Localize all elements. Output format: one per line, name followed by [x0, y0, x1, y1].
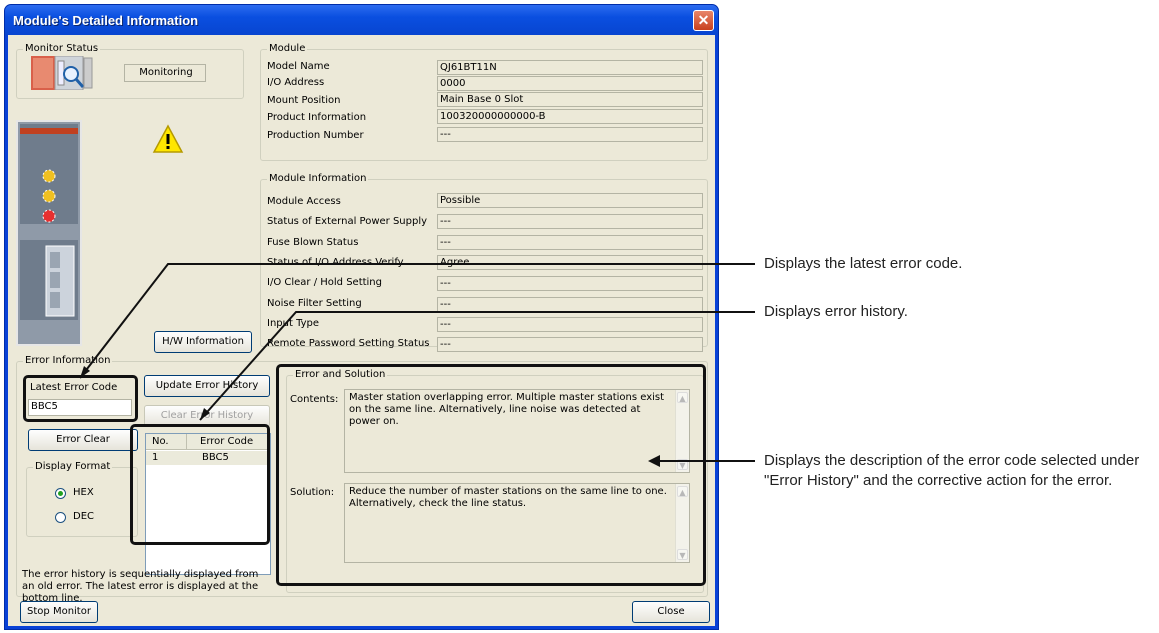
annotation-history: Displays error history.	[764, 303, 908, 320]
annotation-description: Displays the description of the error co…	[764, 452, 1140, 489]
annotation-latest: Displays the latest error code.	[764, 255, 963, 272]
callout-lines	[79, 263, 755, 467]
